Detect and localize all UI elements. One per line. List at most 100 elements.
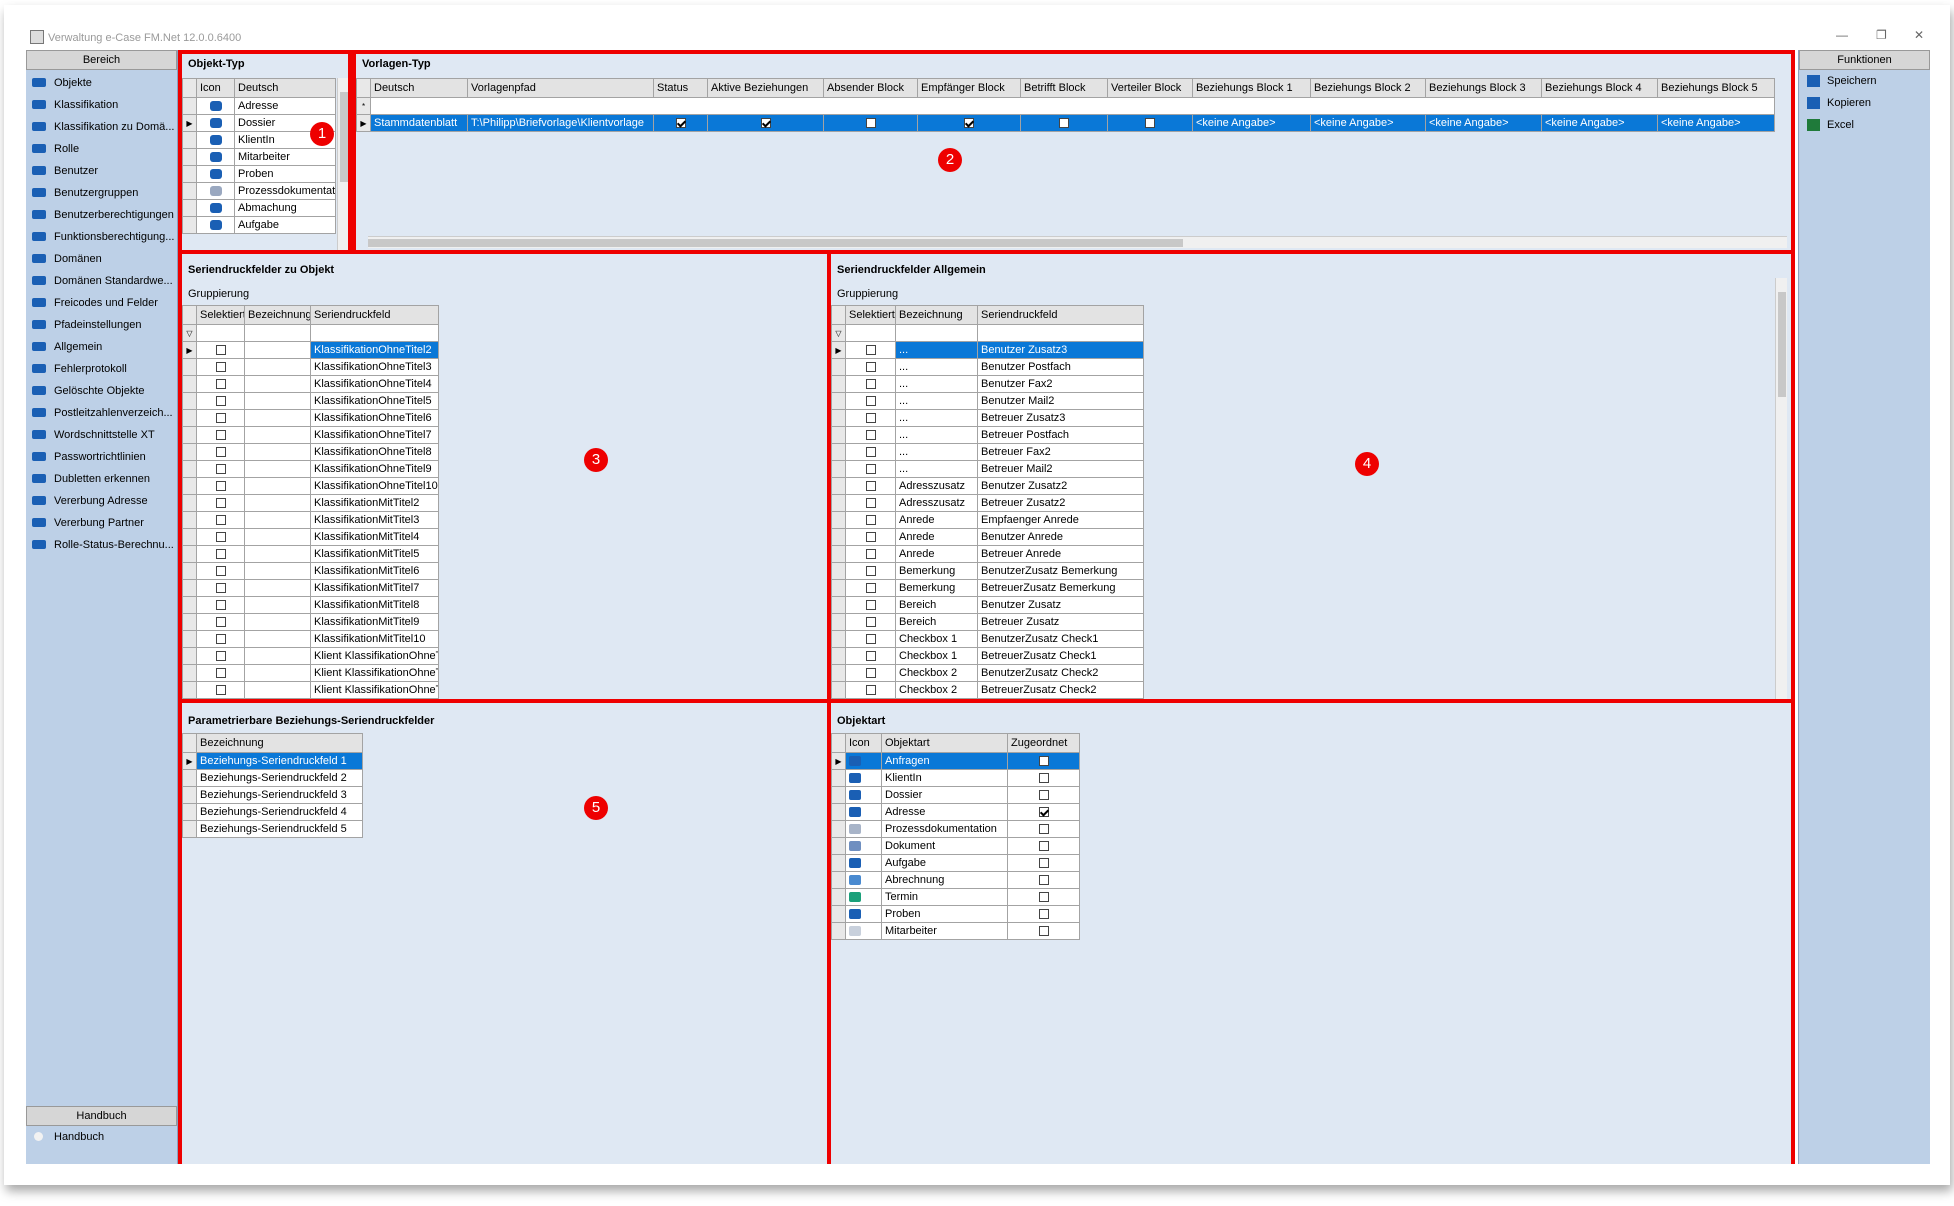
nav-item-wordschnittstelle-xt[interactable]: Wordschnittstelle XT [26, 424, 177, 446]
seriendruckfeld-cell[interactable]: Benutzer Postfach [977, 358, 1144, 376]
selektiert-cell[interactable] [196, 562, 245, 580]
selektiert-cell[interactable] [196, 494, 245, 512]
seriendruckfeld-row[interactable]: Bereich Betreuer Zusatz [831, 613, 1144, 631]
bezeichnung-cell[interactable]: Checkbox 2 [895, 681, 978, 699]
selektiert-cell[interactable] [845, 579, 896, 597]
selektiert-checkbox[interactable] [215, 362, 226, 373]
seriendruckfeld-row[interactable]: Adresszusatz Benutzer Zusatz2 [831, 477, 1144, 495]
selektiert-cell[interactable] [845, 443, 896, 461]
selektiert-checkbox[interactable] [215, 464, 226, 475]
seriendruckfeld-row[interactable]: ... Benutzer Postfach [831, 358, 1144, 376]
objekt-typ-row[interactable]: Aufgabe [182, 216, 336, 234]
zugeordnet-checkbox[interactable] [1038, 926, 1049, 937]
empfaenger-block-checkbox[interactable] [964, 118, 974, 129]
seriendruckfeld-cell[interactable]: KlassifikationOhneTitel8 [310, 443, 439, 461]
selektiert-checkbox[interactable] [215, 481, 226, 492]
seriendruckfeld-row[interactable]: KlassifikationMitTitel9 [182, 613, 439, 631]
column-header-selektiert[interactable]: Selektiert [196, 305, 245, 325]
vorlage-deutsch-cell[interactable]: Stammdatenblatt [370, 114, 468, 132]
close-button[interactable]: ✕ [1914, 28, 1924, 42]
seriendruckfeld-row[interactable]: Bemerkung BenutzerZusatz Bemerkung [831, 562, 1144, 580]
column-header-bezeichnung[interactable]: Bezeichnung [196, 733, 363, 753]
objektart-row[interactable]: KlientIn [831, 769, 1080, 787]
seriendruckfeld-cell[interactable]: KlassifikationMitTitel3 [310, 511, 439, 529]
seriendruckfeld-cell[interactable]: KlassifikationOhneTitel5 [310, 392, 439, 410]
seriendruckfeld-cell[interactable]: KlassifikationMitTitel6 [310, 562, 439, 580]
seriendruckfeld-row[interactable]: Checkbox 1 BenutzerZusatz Check1 [831, 630, 1144, 648]
selektiert-cell[interactable] [196, 443, 245, 461]
nav-item-klassifikation[interactable]: Klassifikation [26, 94, 177, 116]
selektiert-cell[interactable] [845, 528, 896, 546]
objektart-row[interactable]: Dossier [831, 786, 1080, 804]
selektiert-checkbox[interactable] [215, 430, 226, 441]
bezeichnung-cell[interactable] [244, 477, 311, 495]
seriendruckfeld-row[interactable]: Checkbox 1 BetreuerZusatz Check1 [831, 647, 1144, 665]
seriendruckfeld-row[interactable]: Klient KlassifikationOhneTitel4 [182, 664, 439, 682]
nav-item-fehlerprotokoll[interactable]: Fehlerprotokoll [26, 358, 177, 380]
seriendruckfeld-cell[interactable]: Klient KlassifikationOhneTitel5 [310, 681, 439, 699]
objektart-row[interactable]: Abrechnung [831, 871, 1080, 889]
column-header-deutsch[interactable]: Deutsch [234, 78, 336, 98]
selektiert-cell[interactable] [845, 613, 896, 631]
bezeichnung-cell[interactable] [244, 426, 311, 444]
seriendruckfeld-row[interactable]: KlassifikationMitTitel10 [182, 630, 439, 648]
nav-item-funktionsberechtigung[interactable]: Funktionsberechtigung... [26, 226, 177, 248]
selektiert-cell[interactable] [845, 375, 896, 393]
seriendruckfeld-row[interactable]: KlassifikationMitTitel7 [182, 579, 439, 597]
selektiert-checkbox[interactable] [215, 617, 226, 628]
zugeordnet-cell[interactable] [1007, 905, 1080, 923]
selektiert-checkbox[interactable] [865, 617, 876, 628]
selektiert-cell[interactable] [196, 460, 245, 478]
bezeichnung-cell[interactable]: Adresszusatz [895, 477, 978, 495]
selektiert-cell[interactable] [196, 528, 245, 546]
selektiert-checkbox[interactable] [865, 600, 876, 611]
seriendruckfeld-cell[interactable]: Klient KlassifikationOhneTitel3 [310, 647, 439, 665]
selektiert-cell[interactable] [845, 358, 896, 376]
filter-cell[interactable] [310, 324, 439, 342]
seriendruckfeld-cell[interactable]: Benutzer Anrede [977, 528, 1144, 546]
selektiert-checkbox[interactable] [215, 583, 226, 594]
selektiert-checkbox[interactable] [215, 413, 226, 424]
objektart-row[interactable]: Mitarbeiter [831, 922, 1080, 940]
bezeichnung-cell[interactable]: Beziehungs-Seriendruckfeld 1 [196, 752, 363, 770]
seriendruckfeld-cell[interactable]: KlassifikationOhneTitel2 [310, 341, 439, 359]
seriendruckfeld-row[interactable]: Anrede Benutzer Anrede [831, 528, 1144, 546]
objekt-typ-row[interactable]: Proben [182, 165, 336, 183]
kopieren-button[interactable]: Kopieren [1799, 92, 1930, 114]
selektiert-cell[interactable] [196, 681, 245, 699]
objektart-row[interactable]: Proben [831, 905, 1080, 923]
selektiert-checkbox[interactable] [215, 685, 226, 696]
bereich-header[interactable]: Bereich [26, 50, 177, 70]
bezeichnung-cell[interactable]: ... [895, 409, 978, 427]
aktive-beziehungen-checkbox[interactable] [760, 118, 771, 129]
selektiert-checkbox[interactable] [215, 566, 226, 577]
selektiert-cell[interactable] [196, 375, 245, 393]
serienfelder-allgemein-scrollbar[interactable] [1775, 278, 1787, 699]
zugeordnet-checkbox[interactable] [1038, 790, 1049, 801]
seriendruckfeld-cell[interactable]: KlassifikationMitTitel7 [310, 579, 439, 597]
selektiert-checkbox[interactable] [865, 413, 876, 424]
column-header-beziehungs-block-4[interactable]: Beziehungs Block 4 [1541, 78, 1658, 98]
filter-icon[interactable]: ▽ [182, 324, 197, 342]
bezeichnung-cell[interactable] [244, 375, 311, 393]
selektiert-checkbox[interactable] [865, 464, 876, 475]
seriendruckfeld-row[interactable]: KlassifikationOhneTitel3 [182, 358, 439, 376]
selektiert-checkbox[interactable] [865, 634, 876, 645]
funktionen-header[interactable]: Funktionen [1799, 50, 1930, 70]
bezeichnung-cell[interactable]: Checkbox 2 [895, 664, 978, 682]
objekt-typ-row[interactable]: Mitarbeiter [182, 148, 336, 166]
zugeordnet-checkbox[interactable] [1038, 892, 1049, 903]
zugeordnet-cell[interactable] [1007, 820, 1080, 838]
bezeichnung-cell[interactable]: Bemerkung [895, 562, 978, 580]
seriendruckfeld-cell[interactable]: Benutzer Fax2 [977, 375, 1144, 393]
column-header-empf-nger-block[interactable]: Empfänger Block [917, 78, 1021, 98]
seriendruckfeld-cell[interactable]: Betreuer Postfach [977, 426, 1144, 444]
bezeichnung-cell[interactable]: Checkbox 1 [895, 647, 978, 665]
selektiert-checkbox[interactable] [865, 379, 876, 390]
seriendruckfeld-cell[interactable]: Benutzer Zusatz2 [977, 477, 1144, 495]
seriendruckfeld-cell[interactable]: Benutzer Zusatz3 [977, 341, 1144, 359]
bezeichnung-cell[interactable] [244, 358, 311, 376]
zugeordnet-cell[interactable] [1007, 871, 1080, 889]
selektiert-cell[interactable] [196, 647, 245, 665]
absender-block-checkbox[interactable] [865, 118, 876, 129]
